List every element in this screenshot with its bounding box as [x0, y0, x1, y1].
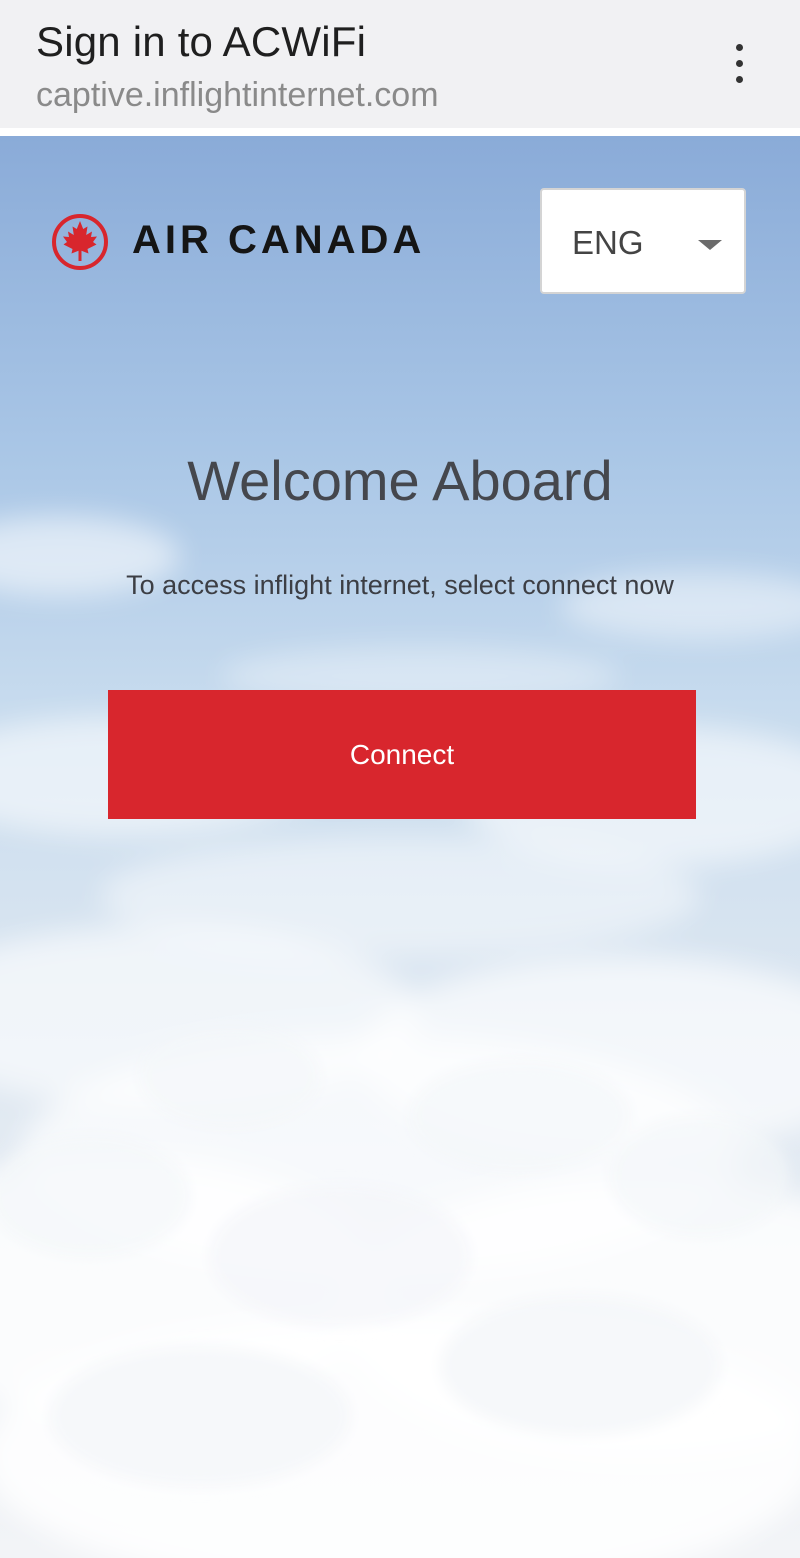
welcome-subtitle: To access inflight internet, select conn…	[126, 570, 674, 600]
menu-dot	[736, 44, 743, 51]
maple-leaf-roundel-icon	[52, 214, 108, 270]
browser-title: Sign in to ACWiFi	[36, 18, 367, 65]
language-select[interactable]: ENG	[540, 188, 746, 294]
menu-dot	[736, 60, 743, 67]
caret-down-icon	[698, 240, 722, 250]
captive-portal-page: AIR CANADA ENG Welcome Aboard To access …	[0, 136, 800, 1558]
welcome-heading: Welcome Aboard	[187, 449, 613, 512]
browser-url: captive.inflightinternet.com	[36, 76, 439, 114]
more-vertical-icon[interactable]	[732, 44, 748, 84]
cloud-background	[0, 516, 800, 1558]
browser-top-bar: Sign in to ACWiFi captive.inflightintern…	[0, 0, 800, 128]
top-bar-divider	[0, 128, 800, 136]
language-selected-value: ENG	[572, 224, 644, 261]
menu-dot	[736, 76, 743, 83]
logo-wordmark: AIR CANADA	[132, 218, 426, 262]
air-canada-logo: AIR CANADA	[50, 212, 500, 272]
connect-button[interactable]: Connect	[108, 690, 696, 819]
